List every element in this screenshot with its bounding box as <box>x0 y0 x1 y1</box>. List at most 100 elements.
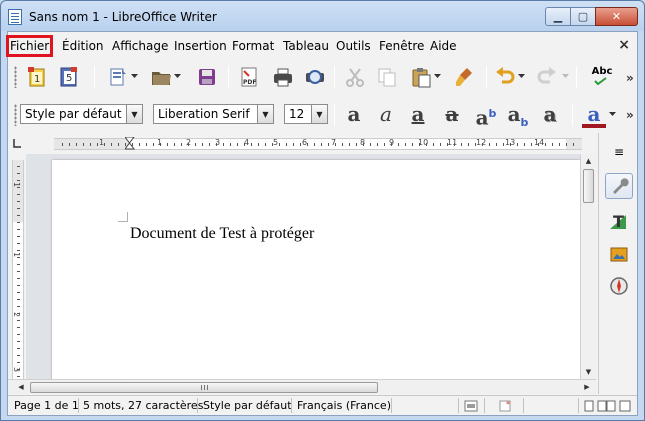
ruler-tick <box>405 143 406 146</box>
chevron-down-icon[interactable]: ▼ <box>311 105 327 123</box>
underline-icon[interactable]: a <box>406 104 430 126</box>
bold-icon[interactable]: a <box>342 104 366 126</box>
menu-format[interactable]: Format <box>232 39 274 53</box>
ruler-tick <box>244 143 245 146</box>
styles-formatting-icon[interactable]: T <box>605 209 633 235</box>
properties-wrench-icon[interactable] <box>605 173 633 199</box>
maximize-button[interactable]: ▢ <box>570 7 596 26</box>
undo-dropdown-icon[interactable] <box>517 66 527 88</box>
chevron-down-icon[interactable]: ▼ <box>126 105 142 123</box>
menu-insertion[interactable]: Insertion <box>174 39 227 53</box>
scroll-up-icon[interactable]: ▲ <box>582 154 595 168</box>
undo-icon[interactable] <box>494 66 516 88</box>
ruler-tick <box>559 143 560 146</box>
page-indicator[interactable]: Page 1 de 1 <box>14 399 79 412</box>
ruler-tick <box>17 341 20 342</box>
page-style[interactable]: Style par défaut <box>203 399 292 412</box>
print-icon[interactable] <box>272 66 294 88</box>
ruler-tick <box>17 278 20 279</box>
print-preview-icon[interactable] <box>304 66 326 88</box>
ruler-tick <box>17 166 20 167</box>
horizontal-ruler[interactable]: 11234567891011121314 <box>54 137 582 151</box>
menu-affichage[interactable]: Affichage <box>112 39 168 53</box>
toolbar-separator <box>228 66 229 88</box>
vertical-scroll-thumb[interactable] <box>583 169 594 203</box>
vertical-scrollbar[interactable]: ▲ ▼ <box>580 154 596 379</box>
sidebar-menu-icon[interactable]: ≡ <box>605 139 633 165</box>
export-document-icon[interactable] <box>107 66 129 88</box>
menu-fenetre[interactable]: Fenêtre <box>379 39 424 53</box>
ruler-tick <box>384 143 385 146</box>
ruler-tick <box>293 143 294 146</box>
open-folder-icon[interactable] <box>150 66 172 88</box>
document-modified-icon[interactable]: * <box>498 400 512 412</box>
new-from-template-icon[interactable]: 5 <box>58 66 80 88</box>
document-text[interactable]: Document de Test à protéger <box>130 225 314 243</box>
indent-marker-icon[interactable] <box>125 137 135 151</box>
ruler-tick <box>314 143 315 146</box>
font-color-dropdown-icon[interactable] <box>608 104 618 126</box>
vertical-ruler[interactable]: 1123 <box>12 160 24 380</box>
scroll-left-icon[interactable]: ◀ <box>14 380 28 394</box>
cut-icon[interactable] <box>344 66 366 88</box>
ruler-tick <box>17 222 20 223</box>
strikethrough-icon[interactable]: a <box>440 104 464 126</box>
ruler-tick <box>412 143 413 146</box>
new-document-icon[interactable]: 1 <box>26 66 48 88</box>
view-layout-icons[interactable] <box>584 400 632 412</box>
ruler-tick <box>17 306 20 307</box>
ruler-tick <box>216 143 217 146</box>
menu-aide[interactable]: Aide <box>430 39 457 53</box>
font-size-select[interactable]: 12 ▼ <box>284 104 328 124</box>
document-page[interactable]: Document de Test à protéger <box>52 160 580 379</box>
chevron-down-icon[interactable]: ▼ <box>257 105 273 123</box>
scroll-right-icon[interactable]: ▶ <box>580 380 594 394</box>
open-dropdown-icon[interactable] <box>173 66 183 88</box>
minimize-button[interactable]: ▁ <box>545 7 571 26</box>
paste-icon[interactable] <box>410 66 432 88</box>
tab-type-selector[interactable] <box>8 133 26 151</box>
navigator-compass-icon[interactable] <box>605 273 633 299</box>
status-separator <box>78 398 79 413</box>
redo-icon[interactable] <box>536 66 558 88</box>
application-window: Sans nom 1 - LibreOffice Writer ▁ ▢ ✕ Fi… <box>0 0 645 421</box>
redo-dropdown-icon[interactable] <box>561 66 571 88</box>
ruler-tick <box>17 376 20 377</box>
clone-formatting-icon[interactable] <box>454 66 476 88</box>
selection-mode-icon[interactable] <box>464 400 478 412</box>
export-pdf-icon[interactable]: PDF <box>238 66 260 88</box>
superscript-icon[interactable]: ab <box>474 104 498 128</box>
scroll-down-icon[interactable]: ▼ <box>582 365 595 379</box>
menu-outils[interactable]: Outils <box>336 39 371 53</box>
horizontal-scrollbar[interactable]: ◀ ▶ <box>8 379 596 394</box>
ruler-tick <box>17 229 20 230</box>
menu-fichier[interactable]: Fichier <box>5 35 54 57</box>
save-icon[interactable] <box>196 66 218 88</box>
word-count[interactable]: 5 mots, 27 caractères <box>83 399 203 412</box>
toolbar-overflow-icon[interactable]: » <box>626 108 634 122</box>
paragraph-style-select[interactable]: Style par défaut ▼ <box>20 104 143 124</box>
ruler-tick <box>17 285 20 286</box>
document-canvas[interactable]: Document de Test à protéger <box>26 154 580 379</box>
shadow-icon[interactable]: a <box>538 104 562 126</box>
toolbar-grip[interactable] <box>14 104 17 126</box>
paste-dropdown-icon[interactable] <box>433 66 443 88</box>
close-window-button[interactable]: ✕ <box>595 7 638 26</box>
italic-icon[interactable]: a <box>374 104 398 126</box>
export-dropdown-icon[interactable] <box>130 66 140 88</box>
text-language[interactable]: Français (France) <box>297 399 391 412</box>
spelling-icon[interactable]: Abc <box>588 65 616 87</box>
toolbar-grip[interactable] <box>14 66 17 88</box>
copy-icon[interactable] <box>376 66 398 88</box>
font-color-icon[interactable]: a <box>582 104 606 128</box>
gallery-icon[interactable] <box>605 241 633 267</box>
close-icon: ✕ <box>611 10 622 23</box>
subscript-icon[interactable]: ab <box>506 104 530 129</box>
horizontal-scroll-thumb[interactable] <box>30 382 378 393</box>
ruler-tick <box>188 143 189 146</box>
menu-edition[interactable]: Édition <box>62 39 104 53</box>
font-name-select[interactable]: Liberation Serif ▼ <box>153 104 274 124</box>
close-document-icon[interactable]: × <box>618 37 630 53</box>
toolbar-overflow-icon[interactable]: » <box>626 71 634 85</box>
menu-tableau[interactable]: Tableau <box>283 39 329 53</box>
